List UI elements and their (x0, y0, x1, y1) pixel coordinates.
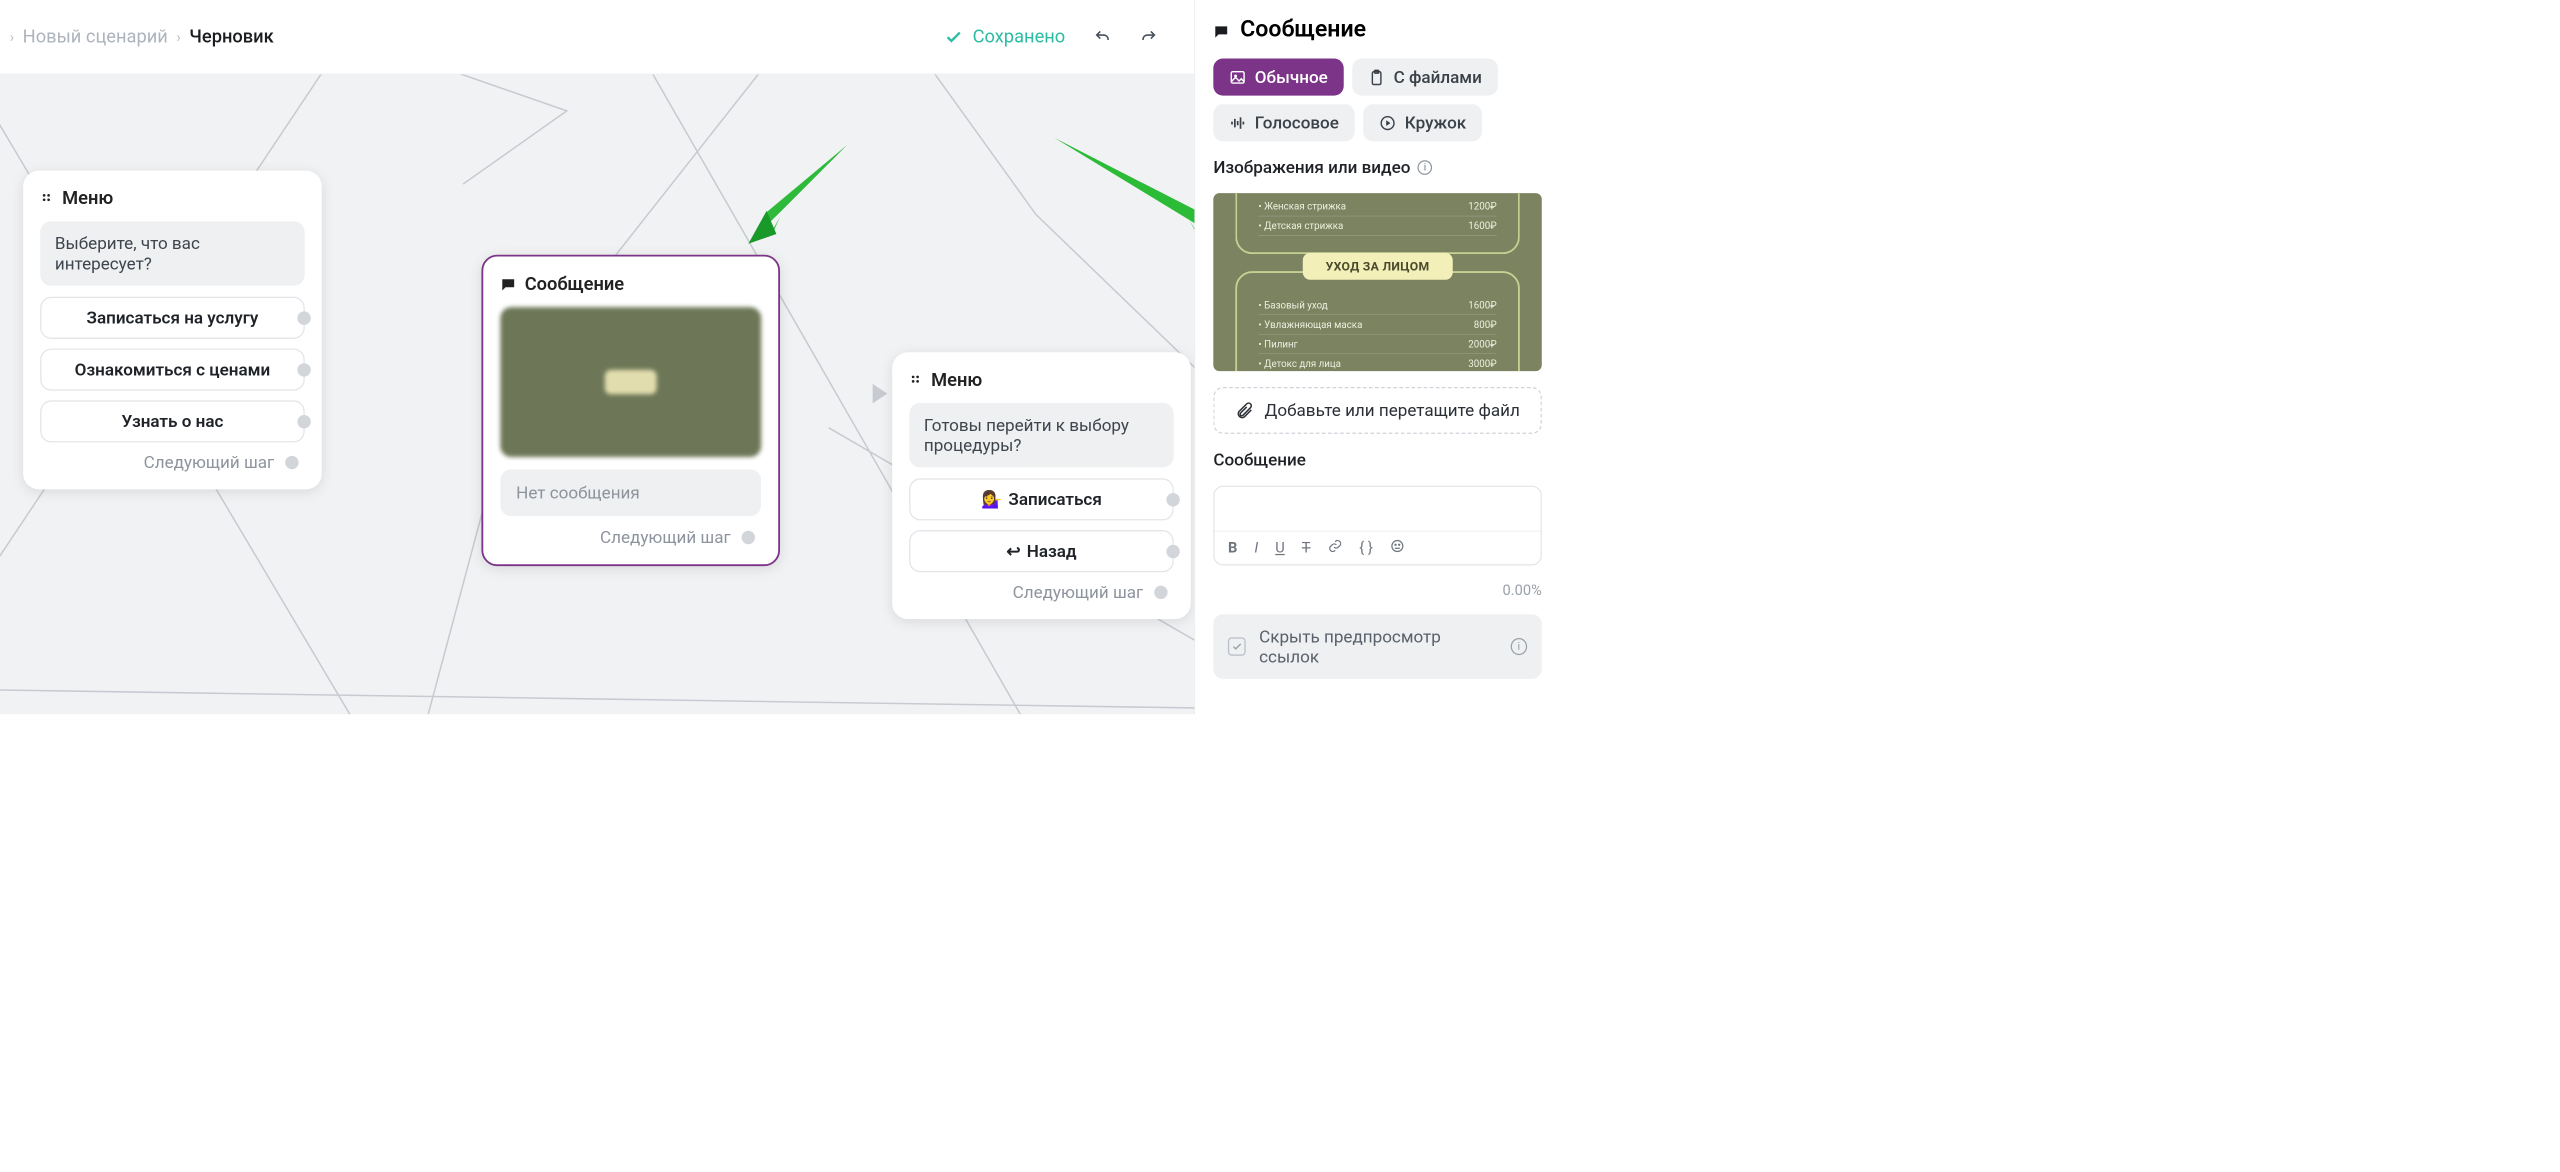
chat-icon (1213, 21, 1229, 37)
drag-handle-icon[interactable] (40, 192, 53, 205)
flow-canvas[interactable]: Меню Выберите, что вас интересует? Запис… (0, 74, 1194, 714)
file-dropzone[interactable]: Добавьте или перетащите файл (1213, 387, 1541, 434)
media-preview[interactable]: Женская стрижка1200₽ Детская стрижка1600… (1213, 193, 1541, 371)
panel-title: Сообщение (1213, 16, 1541, 43)
chevron-icon: › (10, 28, 14, 45)
breadcrumb: › Новый сценарий › Черновик (10, 26, 274, 47)
node-message[interactable]: Сообщение Нет сообщения Следующий шаг (481, 255, 780, 566)
message-input[interactable] (1215, 487, 1541, 531)
waveform-icon (1229, 114, 1246, 131)
out-port[interactable] (742, 530, 755, 543)
tab-files[interactable]: С файлами (1352, 59, 1498, 96)
out-port[interactable] (297, 311, 310, 324)
tab-voice[interactable]: Голосовое (1213, 104, 1354, 141)
emoji-button[interactable] (1390, 539, 1405, 557)
redo-button[interactable] (1140, 28, 1158, 46)
out-port[interactable] (1166, 493, 1179, 506)
node-message-placeholder: Нет сообщения (500, 469, 761, 516)
clipboard-icon (1368, 69, 1385, 86)
chat-icon (500, 276, 516, 292)
strike-button[interactable]: T (1302, 539, 1311, 556)
node-image-preview[interactable] (500, 307, 761, 457)
node-prompt: Выберите, что вас интересует? (40, 221, 304, 286)
out-port[interactable] (1166, 544, 1179, 557)
tab-circle[interactable]: Кружок (1363, 104, 1482, 141)
underline-button[interactable]: U (1275, 539, 1284, 556)
node-title: Сообщение (525, 274, 624, 295)
node-menu[interactable]: Меню Готовы перейти к выбору процедуры? … (892, 352, 1191, 619)
out-port[interactable] (1154, 585, 1167, 598)
variable-button[interactable]: { } (1359, 539, 1373, 556)
out-port[interactable] (285, 456, 298, 469)
info-icon[interactable]: i (1511, 638, 1528, 655)
next-step-label: Следующий шаг (144, 452, 275, 472)
node-menu[interactable]: Меню Выберите, что вас интересует? Запис… (23, 171, 322, 490)
italic-button[interactable]: I (1254, 539, 1258, 556)
pricelist-section-title: УХОД ЗА ЛИЦОМ (1303, 253, 1453, 280)
message-editor: B I U T { } (1213, 486, 1541, 566)
node-prompt: Готовы перейти к выбору процедуры? (909, 403, 1173, 468)
editor-toolbar: B I U T { } (1215, 531, 1541, 565)
drag-handle-icon[interactable] (909, 373, 922, 386)
node-title: Меню (62, 188, 113, 209)
undo-button[interactable] (1093, 28, 1111, 46)
checkbox[interactable] (1228, 637, 1246, 655)
header: › Новый сценарий › Черновик Сохранено (0, 0, 1194, 74)
tab-plain[interactable]: Обычное (1213, 59, 1343, 96)
chevron-icon: › (176, 28, 180, 45)
breadcrumb-scenario[interactable]: Новый сценарий (23, 26, 168, 47)
undo-icon (1094, 28, 1111, 45)
next-step-label: Следующий шаг (1013, 582, 1144, 602)
out-port[interactable] (297, 415, 310, 428)
message-heading: Сообщение (1213, 450, 1541, 470)
out-port[interactable] (297, 363, 310, 376)
node-option[interactable]: Ознакомиться с ценами (40, 349, 304, 391)
breadcrumb-draft[interactable]: Черновик (189, 26, 273, 47)
edge-arrow-icon (873, 384, 888, 404)
link-button[interactable] (1328, 539, 1343, 557)
node-option[interactable]: Записаться на услугу (40, 297, 304, 339)
info-icon[interactable]: i (1418, 160, 1433, 175)
attachment-icon (1235, 401, 1253, 419)
next-step-label: Следующий шаг (600, 527, 731, 547)
node-option[interactable]: Узнать о нас (40, 400, 304, 442)
node-option[interactable]: 💁‍♀️Записаться (909, 478, 1173, 520)
message-type-tabs: Обычное С файлами Голосовое Кружок (1213, 59, 1541, 142)
redo-icon (1140, 28, 1157, 45)
inspector-panel: Сообщение Обычное С файлами Голосовое Кр… (1194, 0, 1560, 714)
char-counter: 0.00% (1213, 581, 1541, 598)
bold-button[interactable]: B (1228, 539, 1237, 556)
media-label: Изображения или видео i (1213, 157, 1541, 177)
check-icon (945, 28, 963, 46)
saved-status: Сохранено (945, 26, 1066, 47)
node-title: Меню (931, 369, 982, 390)
node-option[interactable]: ↩Назад (909, 530, 1173, 572)
play-circle-icon (1379, 114, 1396, 131)
image-icon (1229, 69, 1246, 86)
hide-link-preview-toggle[interactable]: Скрыть предпросмотр ссылок i (1213, 614, 1541, 679)
